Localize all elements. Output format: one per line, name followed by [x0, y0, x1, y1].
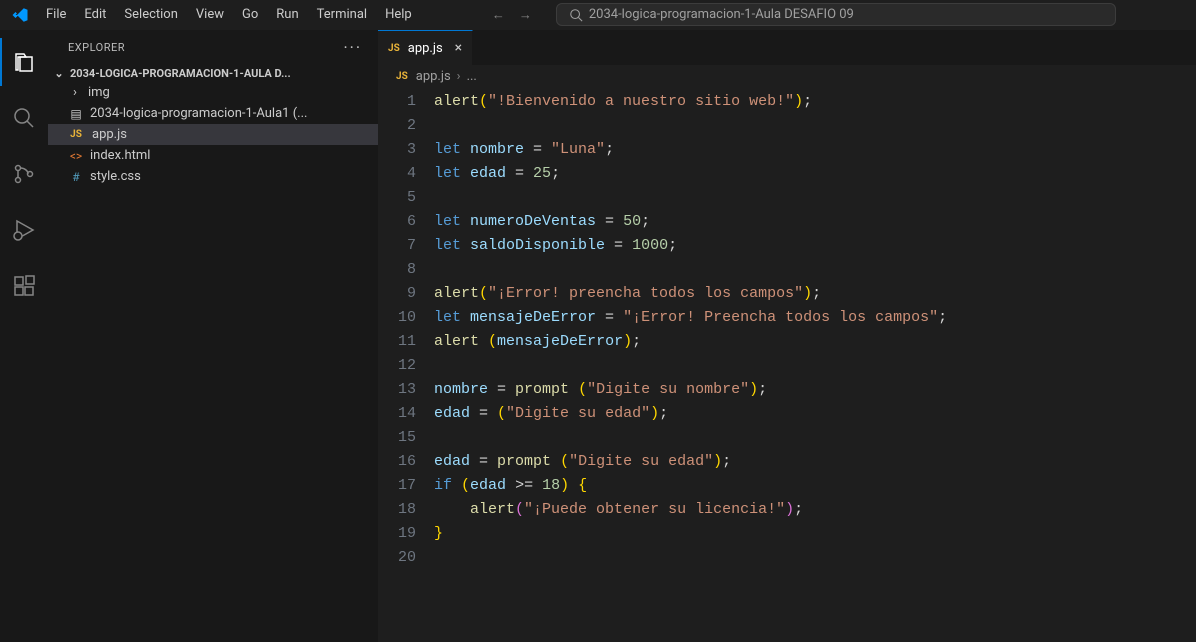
editor-tab[interactable]: JS app.js × — [378, 30, 473, 65]
search-icon — [569, 8, 583, 22]
code-line[interactable]: alert("!Bienvenido a nuestro sitio web!"… — [434, 90, 1196, 114]
breadcrumb[interactable]: JS app.js › ... — [378, 65, 1196, 88]
html-file-icon: <> — [68, 149, 84, 163]
code-line[interactable]: let numeroDeVentas = 50; — [434, 210, 1196, 234]
code-line[interactable] — [434, 426, 1196, 450]
nav-arrows: ← → — [492, 7, 532, 23]
code-line[interactable]: } — [434, 522, 1196, 546]
code-line[interactable]: nombre = prompt ("Digite su nombre"); — [434, 378, 1196, 402]
tree-file[interactable]: JS app.js — [48, 124, 378, 145]
code-line[interactable] — [434, 546, 1196, 570]
generic-file-icon: ▤ — [68, 107, 84, 121]
code-line[interactable]: alert (mensajeDeError); — [434, 330, 1196, 354]
file-name: img — [88, 85, 110, 100]
command-center-search[interactable]: 2034-logica-programacion-1-Aula DESAFIO … — [556, 3, 1116, 26]
sidebar-title: EXPLORER — [68, 41, 125, 54]
activity-bar — [0, 30, 48, 642]
editor-area: JS app.js × JS app.js › ... 12345678910111… — [378, 30, 1196, 642]
activity-debug-icon[interactable] — [0, 206, 48, 254]
js-file-icon: JS — [396, 71, 408, 82]
file-name: style.css — [90, 169, 141, 184]
file-name: app.js — [92, 127, 127, 142]
search-text: 2034-logica-programacion-1-Aula DESAFIO … — [589, 7, 854, 22]
main-menu: FileEditSelectionViewGoRunTerminalHelp — [38, 3, 420, 26]
folder-name: 2034-LOGICA-PROGRAMACION-1-AULA D... — [70, 67, 291, 80]
breadcrumb-file: app.js — [416, 69, 451, 84]
code-line[interactable]: alert("¡Error! preencha todos los campos… — [434, 282, 1196, 306]
workspace-folder[interactable]: ⌄ 2034-LOGICA-PROGRAMACION-1-AULA D... — [48, 65, 378, 82]
chevron-right-icon: › — [68, 85, 82, 100]
css-file-icon: # — [68, 170, 84, 184]
menu-terminal[interactable]: Terminal — [309, 3, 375, 26]
sidebar: EXPLORER ··· ⌄ 2034-LOGICA-PROGRAMACION-… — [48, 30, 378, 642]
editor-tabs: JS app.js × — [378, 30, 1196, 65]
sidebar-more-icon[interactable]: ··· — [343, 38, 362, 57]
menu-view[interactable]: View — [188, 3, 232, 26]
chevron-right-icon: › — [457, 69, 461, 84]
menu-run[interactable]: Run — [268, 3, 306, 26]
nav-forward-icon[interactable]: → — [519, 7, 532, 23]
tree-file[interactable]: # style.css — [48, 166, 378, 187]
breadcrumb-more: ... — [467, 69, 477, 84]
activity-source-control-icon[interactable] — [0, 150, 48, 198]
js-file-icon: JS — [68, 129, 84, 140]
code-line[interactable]: alert("¡Puede obtener su licencia!"); — [434, 498, 1196, 522]
code-line[interactable]: edad = ("Digite su edad"); — [434, 402, 1196, 426]
code-line[interactable] — [434, 354, 1196, 378]
nav-back-icon[interactable]: ← — [492, 7, 505, 23]
code-content[interactable]: alert("!Bienvenido a nuestro sitio web!"… — [434, 90, 1196, 642]
file-tree: › img ▤ 2034-logica-programacion-1-Aula1 (.… — [48, 82, 378, 187]
code-line[interactable]: let mensajeDeError = "¡Error! Preencha t… — [434, 306, 1196, 330]
code-line[interactable] — [434, 258, 1196, 282]
code-line[interactable]: let edad = 25; — [434, 162, 1196, 186]
menu-file[interactable]: File — [38, 3, 74, 26]
code-editor[interactable]: 1234567891011121314151617181920 alert("!… — [378, 88, 1196, 642]
close-icon[interactable]: × — [455, 40, 462, 56]
tab-label: app.js — [408, 41, 443, 56]
file-name: 2034-logica-programacion-1-Aula1 (... — [90, 106, 307, 121]
code-line[interactable]: let nombre = "Luna"; — [434, 138, 1196, 162]
code-line[interactable]: if (edad >= 18) { — [434, 474, 1196, 498]
tree-folder[interactable]: › img — [48, 82, 378, 103]
vscode-logo-icon — [8, 3, 32, 27]
menu-help[interactable]: Help — [377, 3, 420, 26]
activity-explorer-icon[interactable] — [0, 38, 48, 86]
menu-selection[interactable]: Selection — [116, 3, 185, 26]
code-line[interactable] — [434, 186, 1196, 210]
tree-file[interactable]: ▤ 2034-logica-programacion-1-Aula1 (... — [48, 103, 378, 124]
chevron-down-icon: ⌄ — [52, 67, 66, 80]
menu-edit[interactable]: Edit — [76, 3, 114, 26]
code-line[interactable]: edad = prompt ("Digite su edad"); — [434, 450, 1196, 474]
titlebar: FileEditSelectionViewGoRunTerminalHelp ←… — [0, 0, 1196, 30]
menu-go[interactable]: Go — [234, 3, 266, 26]
sidebar-header: EXPLORER ··· — [48, 30, 378, 65]
line-numbers: 1234567891011121314151617181920 — [378, 90, 434, 642]
file-name: index.html — [90, 148, 150, 163]
js-file-icon: JS — [388, 43, 400, 54]
code-line[interactable]: let saldoDisponible = 1000; — [434, 234, 1196, 258]
activity-extensions-icon[interactable] — [0, 262, 48, 310]
activity-search-icon[interactable] — [0, 94, 48, 142]
code-line[interactable] — [434, 114, 1196, 138]
tree-file[interactable]: <> index.html — [48, 145, 378, 166]
